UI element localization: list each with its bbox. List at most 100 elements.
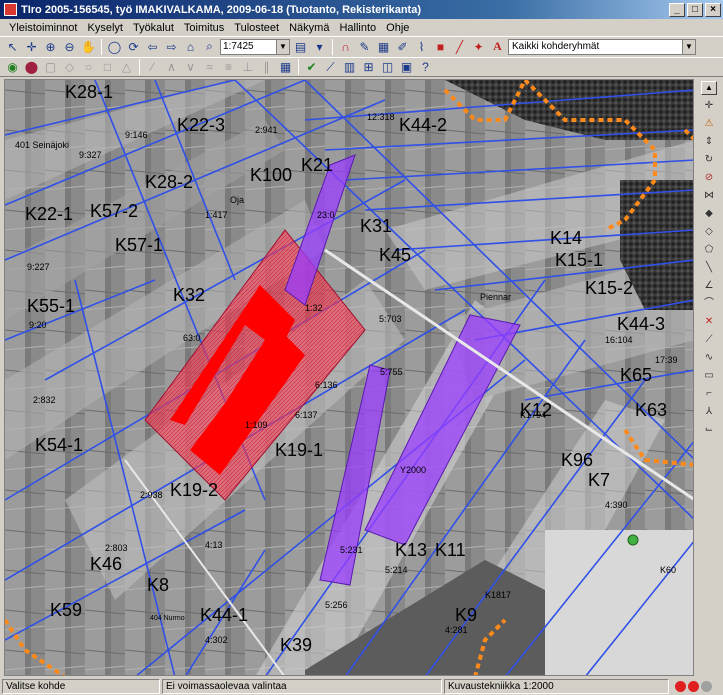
menu-toimitus[interactable]: Toimitus — [179, 22, 229, 34]
rectangle-icon[interactable]: ■ — [432, 38, 449, 55]
map-label: 4:13 — [205, 540, 223, 550]
hand-pan-icon[interactable]: ✋ — [80, 38, 97, 55]
map-label: K7 — [588, 470, 611, 490]
map-label: K63 — [635, 400, 668, 420]
select-arrow-icon[interactable]: ↖ — [4, 38, 21, 55]
vertex-tool-icon[interactable]: ◆ — [702, 207, 716, 221]
map-label: 6:136 — [315, 380, 338, 390]
minimize-button[interactable]: _ — [669, 2, 685, 17]
polygon-tool-icon[interactable]: ⬠ — [702, 243, 716, 257]
map-label: 2:938 — [140, 490, 163, 500]
branch-tool-icon[interactable]: ⅄ — [702, 405, 716, 419]
disabled-tool-icon[interactable]: ∧ — [163, 59, 180, 76]
point-icon[interactable]: ✦ — [470, 38, 487, 55]
step-tool-icon[interactable]: ⌙ — [702, 423, 716, 437]
menu-tyokalut[interactable]: Työkalut — [128, 22, 179, 34]
marker-point[interactable] — [627, 534, 639, 546]
help-icon[interactable]: ? — [417, 59, 434, 76]
main-toolbar: ↖ ✛ ⊕ ⊖ ✋ ◯ ⟳ ⇦ ⇨ ⌂ ⌕ 1:7425 ▼ ▤ ▾ ∩ ✎ ▦… — [0, 36, 723, 56]
edit-icon[interactable]: ✎ — [356, 38, 373, 55]
status-scale: Kuvaustekniikka 1:2000 — [444, 678, 669, 694]
split-tool-icon[interactable]: ⊘ — [702, 171, 716, 185]
map-label: 9:20 — [29, 320, 47, 330]
map-canvas[interactable] — [5, 80, 694, 676]
map-label: 23:0 — [317, 210, 335, 220]
map-label: K44-1 — [200, 605, 249, 625]
disabled-tool-icon[interactable]: △ — [118, 59, 135, 76]
dropdown-small-icon[interactable]: ▾ — [311, 38, 328, 55]
map-view[interactable]: K28-1 K22-3 K44-2 K100 K21 K28-2 K22-1 K57-2 K57… — [4, 79, 694, 676]
magnet-icon[interactable]: ∩ — [337, 38, 354, 55]
map-label: K32 — [173, 285, 206, 305]
disabled-tool-icon[interactable]: □ — [99, 59, 116, 76]
globe-icon[interactable]: ◉ — [4, 59, 21, 76]
menu-ohje[interactable]: Ohje — [381, 22, 414, 34]
scale-select[interactable]: 1:7425 ▼ — [220, 38, 290, 55]
map-label: 16:104 — [605, 335, 633, 345]
table-view-icon[interactable]: ▥ — [341, 59, 358, 76]
menu-tulosteet[interactable]: Tulosteet — [229, 22, 284, 34]
map-label: Y2000 — [400, 465, 427, 475]
zoom-out-icon[interactable]: ⊖ — [61, 38, 78, 55]
map-label: K55-1 — [27, 296, 76, 316]
measure-tool-icon[interactable]: ⟋ — [702, 333, 716, 347]
disabled-tool-icon[interactable]: ⊥ — [239, 59, 256, 76]
rotate-tool-icon[interactable]: ↻ — [702, 153, 716, 167]
corner-tool-icon[interactable]: ⌐ — [702, 387, 716, 401]
disabled-tool-icon[interactable]: ≡ — [220, 59, 237, 76]
arc-tool-icon[interactable]: ⌒ — [702, 297, 716, 311]
menu-hallinto[interactable]: Hallinto — [334, 22, 381, 34]
node-tool-icon[interactable]: ◇ — [702, 225, 716, 239]
map-label: K60 — [660, 565, 677, 575]
map-label: K15-1 — [555, 250, 604, 270]
join-tool-icon[interactable]: ⋈ — [702, 189, 716, 203]
record-icon[interactable]: ⬤ — [23, 59, 40, 76]
disabled-tool-icon[interactable]: ≈ — [201, 59, 218, 76]
disabled-tool-icon[interactable]: ○ — [80, 59, 97, 76]
disabled-tool-icon[interactable]: ∨ — [182, 59, 199, 76]
columns-icon[interactable]: ◫ — [379, 59, 396, 76]
back-arrow-icon[interactable]: ⇦ — [144, 38, 161, 55]
maximize-button[interactable]: □ — [687, 2, 703, 17]
map-label: 4:390 — [605, 500, 628, 510]
report-icon[interactable]: ▣ — [398, 59, 415, 76]
split-view-icon[interactable]: ⊞ — [360, 59, 377, 76]
grid-tool-icon[interactable]: ▦ — [375, 38, 392, 55]
object-group-select[interactable]: Kaikki kohderyhmät ▼ — [508, 38, 696, 55]
forward-arrow-icon[interactable]: ⇨ — [163, 38, 180, 55]
curve-tool-icon[interactable]: ∿ — [702, 351, 716, 365]
disabled-tool-icon[interactable]: ▢ — [42, 59, 59, 76]
delete-tool-icon[interactable]: ✕ — [702, 315, 716, 329]
menu-nakyma[interactable]: Näkymä — [284, 22, 334, 34]
measure-icon[interactable]: ⟋ — [322, 59, 339, 76]
line-tool-icon[interactable]: ╲ — [702, 261, 716, 275]
menu-yleistoiminnot[interactable]: Yleistoiminnot — [4, 22, 82, 34]
zoom-in-icon[interactable]: ⊕ — [42, 38, 59, 55]
grid-layer-icon[interactable]: ▦ — [277, 59, 294, 76]
disabled-tool-icon[interactable]: ◇ — [61, 59, 78, 76]
box-tool-icon[interactable]: ▭ — [702, 369, 716, 383]
disabled-tool-icon[interactable]: ⁄ — [144, 59, 161, 76]
paint-icon[interactable]: ✐ — [394, 38, 411, 55]
close-button[interactable]: × — [705, 2, 721, 17]
scroll-up-button[interactable]: ▲ — [701, 81, 717, 95]
map-label: 5:755 — [380, 367, 403, 377]
lasso-icon[interactable]: ⌇ — [413, 38, 430, 55]
angle-tool-icon[interactable]: ∠ — [702, 279, 716, 293]
home-icon[interactable]: ⌂ — [182, 38, 199, 55]
check-icon[interactable]: ✔ — [303, 59, 320, 76]
search-icon[interactable]: ⌕ — [201, 38, 218, 55]
circle-tool-icon[interactable]: ◯ — [106, 38, 123, 55]
disabled-tool-icon[interactable]: ∥ — [258, 59, 275, 76]
layers-icon[interactable]: ▤ — [292, 38, 309, 55]
line-icon[interactable]: ╱ — [451, 38, 468, 55]
status-hint: Valitse kohde — [2, 678, 160, 694]
status-bar: Valitse kohde Ei voimassaolevaa valintaa… — [0, 677, 723, 695]
move-tool-icon[interactable]: ⇕ — [702, 135, 716, 149]
pan-cross-icon[interactable]: ✛ — [23, 38, 40, 55]
menu-kyselyt[interactable]: Kyselyt — [82, 22, 127, 34]
refresh-icon[interactable]: ⟳ — [125, 38, 142, 55]
text-icon[interactable]: A — [489, 38, 506, 55]
warning-tool-icon[interactable]: ⚠ — [702, 117, 716, 131]
crosshair-tool-icon[interactable]: ✛ — [702, 99, 716, 113]
